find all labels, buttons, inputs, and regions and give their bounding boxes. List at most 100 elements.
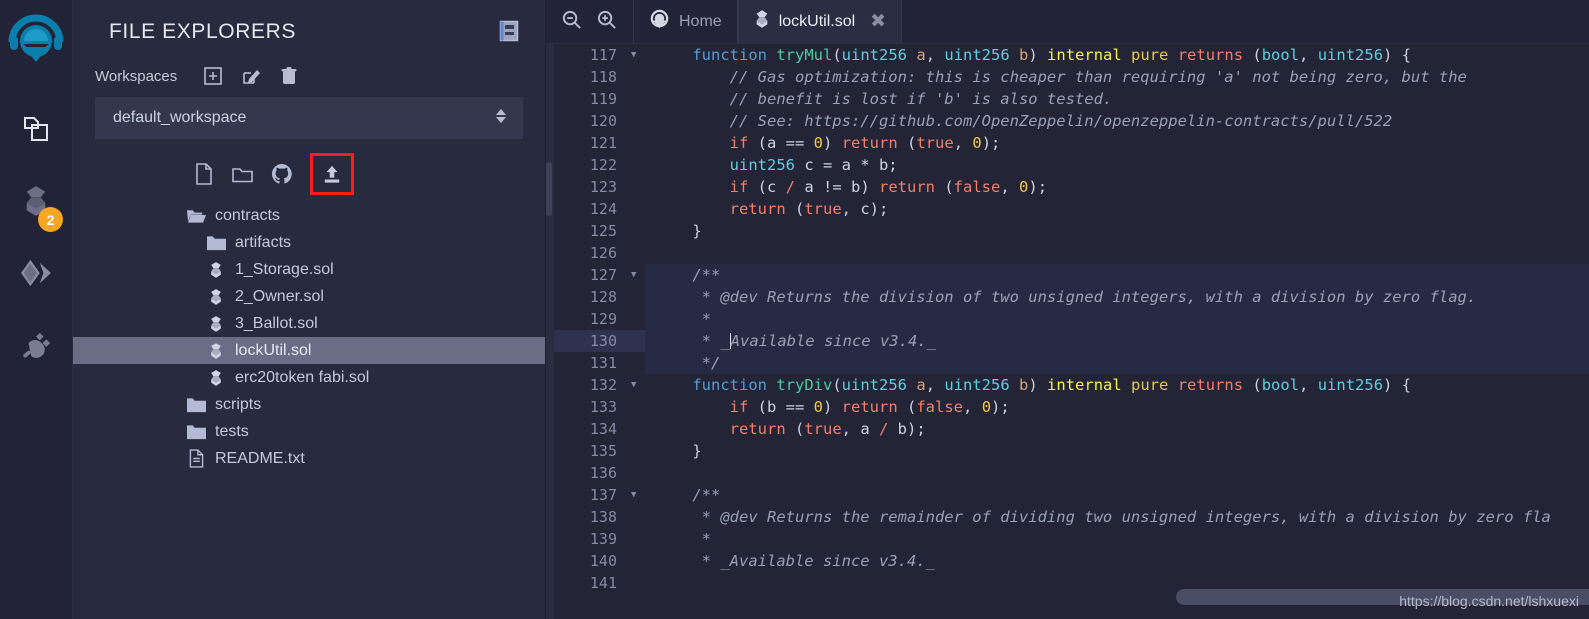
code-line[interactable]: 139 * bbox=[546, 528, 1589, 550]
code-line[interactable]: 117 ▼ function tryMul(uint256 a, uint256 … bbox=[546, 44, 1589, 66]
tree-item-3-ballot-sol[interactable]: 3_Ballot.sol bbox=[73, 310, 545, 337]
remix-logo-icon[interactable] bbox=[7, 14, 65, 72]
tree-item-readme-txt[interactable]: README.txt bbox=[73, 445, 545, 472]
sidebar-item-deploy-run-transactions[interactable] bbox=[11, 250, 61, 300]
ethereum-deploy-icon bbox=[20, 259, 52, 292]
tree-item-lockutil-sol[interactable]: lockUtil.sol bbox=[73, 337, 545, 364]
solidity-file-icon bbox=[205, 342, 227, 360]
code-line[interactable]: 118 // Gas optimization: this is cheaper… bbox=[546, 66, 1589, 88]
scroll-thumb[interactable] bbox=[546, 162, 552, 216]
sidebar-item-solidity-compiler[interactable]: 2 bbox=[11, 178, 63, 232]
line-number: 132 bbox=[589, 376, 617, 394]
line-number: 140 bbox=[589, 552, 617, 570]
close-icon[interactable]: ✖ bbox=[870, 10, 886, 33]
code-line[interactable]: 133 if (b == 0) return (false, 0); bbox=[546, 396, 1589, 418]
tab-lockutil-sol[interactable]: lockUtil.sol ✖ bbox=[737, 0, 903, 43]
code-lines: 117 ▼ function tryMul(uint256 a, uint256 … bbox=[546, 44, 1589, 594]
files-icon bbox=[21, 114, 51, 149]
solidity-file-icon bbox=[205, 315, 227, 333]
code-text: */ bbox=[645, 352, 1589, 374]
code-line[interactable]: 136 bbox=[546, 462, 1589, 484]
documentation-book-icon[interactable] bbox=[499, 20, 521, 44]
code-text: * _Available since v3.4._ bbox=[645, 330, 1589, 352]
tree-item-2-owner-sol[interactable]: 2_Owner.sol bbox=[73, 283, 545, 310]
code-line[interactable]: 128 * @dev Returns the division of two u… bbox=[546, 286, 1589, 308]
solidity-file-icon bbox=[754, 9, 770, 34]
zoom-in-icon[interactable] bbox=[596, 9, 617, 35]
new-file-icon[interactable] bbox=[192, 162, 216, 186]
code-line[interactable]: 127 ▼ /** bbox=[546, 264, 1589, 286]
code-text: /** bbox=[645, 264, 1589, 286]
code-text: /** bbox=[655, 486, 721, 504]
tree-item-label: artifacts bbox=[235, 233, 292, 251]
code-text: if (c / a != b) return (false, 0); bbox=[729, 178, 1048, 196]
line-number: 123 bbox=[589, 178, 617, 196]
code-line[interactable]: 126 bbox=[546, 242, 1589, 264]
line-number: 134 bbox=[589, 420, 617, 438]
tree-item-erc20token-fabi-sol[interactable]: erc20token fabi.sol bbox=[73, 364, 545, 391]
tab-home-label: Home bbox=[679, 12, 722, 30]
tree-item-scripts[interactable]: scripts bbox=[73, 391, 545, 418]
line-number: 124 bbox=[589, 200, 617, 218]
tab-home[interactable]: Home bbox=[633, 0, 738, 43]
code-text: if (a == 0) return (true, 0); bbox=[729, 134, 1001, 152]
github-icon[interactable] bbox=[270, 162, 294, 186]
code-line[interactable]: 132 ▼ function tryDiv(uint256 a, uint256 … bbox=[546, 374, 1589, 396]
code-line[interactable]: 124 return (true, c); bbox=[546, 198, 1589, 220]
icon-rail: 2 bbox=[0, 0, 73, 619]
fold-arrow-icon[interactable]: ▼ bbox=[629, 44, 645, 66]
publish-upload-icon[interactable] bbox=[310, 153, 354, 195]
code-line[interactable]: 119 // benefit is lost if 'b' is also te… bbox=[546, 88, 1589, 110]
line-number: 125 bbox=[589, 222, 617, 240]
sidebar-item-file-explorers[interactable] bbox=[11, 106, 61, 156]
plus-square-icon[interactable] bbox=[203, 66, 223, 86]
code-line[interactable]: 138 * @dev Returns the remainder of divi… bbox=[546, 506, 1589, 528]
line-number: 129 bbox=[589, 310, 617, 328]
code-text: // benefit is lost if 'b' is also tested… bbox=[655, 90, 1113, 108]
code-line[interactable]: 137 ▼ /** bbox=[546, 484, 1589, 506]
fold-arrow-icon[interactable]: ▼ bbox=[629, 264, 645, 286]
editor-minimap-gutter bbox=[546, 44, 554, 619]
line-number: 135 bbox=[589, 442, 617, 460]
line-number: 118 bbox=[589, 68, 617, 86]
pencil-square-icon[interactable] bbox=[241, 66, 261, 86]
fold-arrow-icon[interactable]: ▼ bbox=[629, 374, 645, 396]
code-line[interactable]: 125 } bbox=[546, 220, 1589, 242]
fold-arrow-icon[interactable]: ▼ bbox=[629, 484, 645, 506]
plug-icon bbox=[21, 330, 51, 365]
text-file-icon bbox=[185, 449, 207, 468]
line-number: 131 bbox=[589, 354, 617, 372]
line-number: 141 bbox=[589, 574, 617, 592]
remix-home-icon bbox=[649, 9, 670, 35]
code-text: return (true, c); bbox=[729, 200, 889, 218]
code-line[interactable]: 122 uint256 c = a * b; bbox=[546, 154, 1589, 176]
code-editor[interactable]: 117 ▼ function tryMul(uint256 a, uint256 … bbox=[546, 44, 1589, 619]
line-number: 130 bbox=[589, 332, 617, 350]
tree-item-artifacts[interactable]: artifacts bbox=[73, 229, 545, 256]
code-line[interactable]: 120 // See: https://github.com/OpenZeppe… bbox=[546, 110, 1589, 132]
watermark-text: https://blog.csdn.net/lshxuexi bbox=[1399, 593, 1579, 609]
code-line[interactable]: 121 if (a == 0) return (true, 0); bbox=[546, 132, 1589, 154]
tree-item-contracts[interactable]: contracts bbox=[73, 202, 545, 229]
workspace-select[interactable]: default_workspace bbox=[95, 97, 523, 139]
sidebar-item-plugin-manager[interactable] bbox=[11, 322, 61, 372]
zoom-controls bbox=[546, 0, 633, 43]
compiler-badge: 2 bbox=[38, 207, 63, 232]
code-text: } bbox=[655, 222, 702, 240]
tree-item-1-storage-sol[interactable]: 1_Storage.sol bbox=[73, 256, 545, 283]
line-number: 120 bbox=[589, 112, 617, 130]
code-line[interactable]: 131 */ bbox=[546, 352, 1589, 374]
code-line[interactable]: 140 * _Available since v3.4._ bbox=[546, 550, 1589, 572]
zoom-out-icon[interactable] bbox=[561, 9, 582, 35]
code-line[interactable]: 123 if (c / a != b) return (false, 0); bbox=[546, 176, 1589, 198]
code-text: // Gas optimization: this is cheaper tha… bbox=[655, 68, 1467, 86]
tree-item-label: 3_Ballot.sol bbox=[235, 314, 318, 332]
new-folder-icon[interactable] bbox=[231, 162, 255, 186]
trash-icon[interactable] bbox=[279, 66, 299, 86]
tree-item-tests[interactable]: tests bbox=[73, 418, 545, 445]
code-line[interactable]: 134 return (true, a / b); bbox=[546, 418, 1589, 440]
code-line[interactable]: 135 } bbox=[546, 440, 1589, 462]
solidity-file-icon bbox=[205, 261, 227, 279]
code-line[interactable]: 130 * _Available since v3.4._ bbox=[546, 330, 1589, 352]
code-line[interactable]: 129 * bbox=[546, 308, 1589, 330]
